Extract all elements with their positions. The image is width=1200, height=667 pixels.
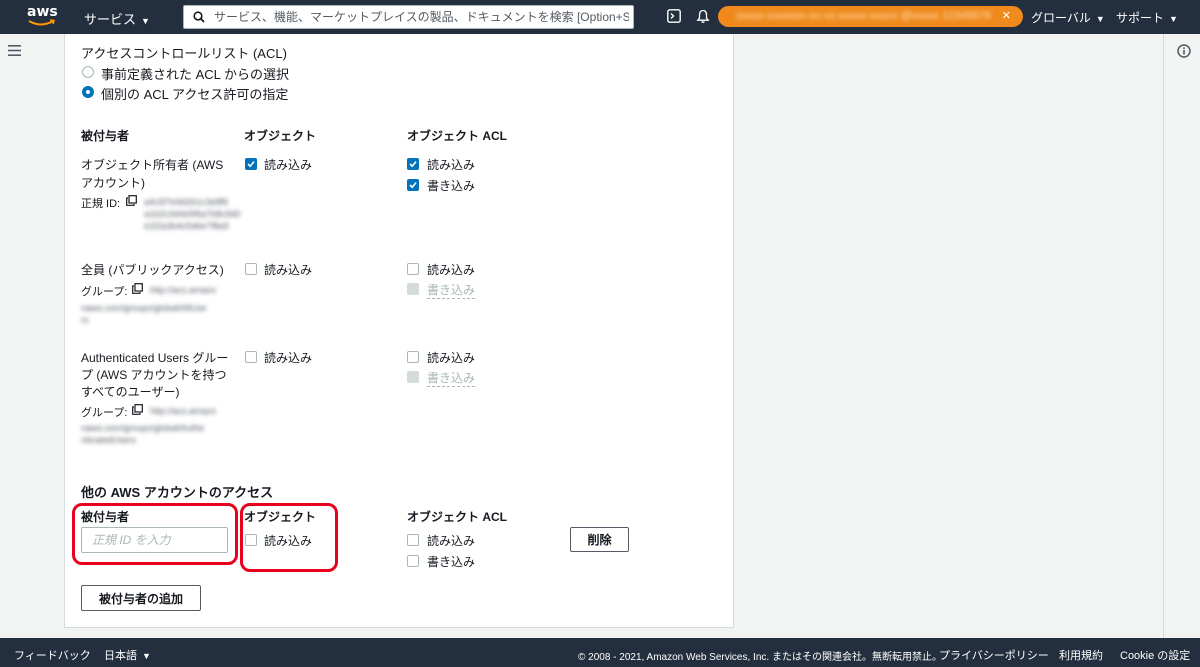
everyone-acl-write-text: 書き込み <box>427 283 476 299</box>
radio-predefined-label: 事前定義された ACL からの選択 <box>101 67 290 82</box>
column-header-object: オブジェクト <box>244 129 317 143</box>
authenticated-acl-read-checkbox[interactable] <box>407 351 419 363</box>
authenticated-acl-write-label: 書き込み <box>427 369 476 387</box>
feedback-link[interactable]: フィードバック <box>14 647 91 663</box>
grantee-authenticated-line1: Authenticated Users グルー <box>81 351 229 365</box>
search-input[interactable] <box>214 9 629 25</box>
everyone-acl-read-label: 読み込み <box>427 263 476 277</box>
owner-object-read-label: 読み込み <box>264 158 313 172</box>
copy-icon[interactable] <box>132 283 143 294</box>
other-column-header-grantee: 被付与者 <box>81 510 130 524</box>
grantee-everyone-line1: 全員 (パブリックアクセス) <box>81 263 224 277</box>
privacy-policy-link[interactable]: プライバシーポリシー <box>939 647 1049 663</box>
authenticated-object-read-checkbox[interactable] <box>245 351 257 363</box>
checkmark-icon <box>409 161 417 168</box>
search-icon <box>193 11 205 23</box>
copy-icon[interactable] <box>132 404 143 415</box>
owner-acl-write-checkbox[interactable] <box>407 179 419 191</box>
owner-object-read-checkbox[interactable] <box>245 158 257 170</box>
other-accounts-title: 他の AWS アカウントのアクセス <box>81 485 274 500</box>
other-acl-read-checkbox[interactable] <box>407 534 419 546</box>
add-grantee-button[interactable]: 被付与者の追加 <box>81 585 201 611</box>
copyright-text: © 2008 - 2021, Amazon Web Services, Inc.… <box>578 652 942 663</box>
aws-logo[interactable]: aws <box>27 5 59 29</box>
cloudshell-icon[interactable] <box>667 9 681 23</box>
other-column-header-object: オブジェクト <box>244 510 317 524</box>
column-header-grantee: 被付与者 <box>81 129 130 143</box>
grantee-authenticated-line3: すべてのユーザー) <box>81 385 180 399</box>
grantee-owner-line1: オブジェクト所有者 (AWS <box>81 158 224 172</box>
group-uri-redacted: http://acs.amazo <box>150 285 217 295</box>
authenticated-acl-write-checkbox <box>407 371 419 383</box>
everyone-object-read-label: 読み込み <box>264 263 313 277</box>
everyone-acl-read-checkbox[interactable] <box>407 263 419 275</box>
acl-panel: アクセスコントロールリスト (ACL) 事前定義された ACL からの選択 個別… <box>64 34 734 628</box>
checkmark-icon <box>247 161 255 168</box>
group-uri-redacted: http://acs.amazo <box>150 406 217 416</box>
caret-down-icon: ▼ <box>1169 14 1178 24</box>
owner-acl-read-label: 読み込み <box>427 158 476 172</box>
other-acl-write-label: 書き込み <box>427 555 476 569</box>
everyone-object-read-checkbox[interactable] <box>245 263 257 275</box>
support-menu[interactable]: サポート ▼ <box>1116 9 1178 26</box>
language-label: 日本語 <box>104 650 137 662</box>
other-acl-write-checkbox[interactable] <box>407 555 419 567</box>
search-box[interactable] <box>183 5 634 29</box>
top-navigation: aws サービス ▼ xxxxx-xxxxxxx-xx-xx-xxxxx-xxxx… <box>0 0 1200 34</box>
footer: フィードバック 日本語 ▼ © 2008 - 2021, Amazon Web S… <box>0 638 1200 667</box>
language-menu[interactable]: 日本語 ▼ <box>104 647 151 663</box>
group-uri-redacted: naws.com/groups/global/Authe nticatedUser… <box>81 423 205 445</box>
support-label: サポート <box>1116 11 1165 25</box>
aws-smile-icon <box>28 19 56 26</box>
grantee-authenticated-line2: プ (AWS アカウントを持つ <box>81 368 227 382</box>
authenticated-object-read-label: 読み込み <box>264 351 313 365</box>
delete-button[interactable]: 削除 <box>570 527 629 552</box>
help-panel-divider <box>1163 34 1164 638</box>
account-text: xxxxx-xxxxxxx-xx-xx-xxxxx-xxxxx @xxxxx 1… <box>736 10 992 22</box>
everyone-acl-write-checkbox <box>407 283 419 295</box>
group-label: グループ: <box>81 286 128 298</box>
radio-predefined-acl[interactable] <box>82 66 94 78</box>
bell-icon[interactable] <box>696 9 710 24</box>
aws-logo-text: aws <box>27 4 58 20</box>
caret-down-icon: ▼ <box>141 16 150 26</box>
authenticated-acl-write-text: 書き込み <box>427 371 476 387</box>
everyone-acl-write-label: 書き込み <box>427 281 476 299</box>
checkmark-icon <box>409 182 417 189</box>
cookie-settings-link[interactable]: Cookie の設定 <box>1120 647 1190 663</box>
copy-icon[interactable] <box>126 195 137 206</box>
caret-down-icon: ▼ <box>142 651 151 661</box>
canonical-id-value-redacted: a4c5f7e9d2b1c3e8f6 a1b2c3d4e5f6a7b8c9d0 e1… <box>144 197 241 231</box>
account-badge[interactable]: xxxxx-xxxxxxx-xx-xx-xxxxx-xxxxx @xxxxx 1… <box>718 6 1023 27</box>
services-menu[interactable]: サービス ▼ <box>84 9 150 28</box>
group-uri-redacted: naws.com/groups/global/AllUse rs <box>81 303 207 325</box>
owner-acl-read-checkbox[interactable] <box>407 158 419 170</box>
canonical-id-label: 正規 ID: <box>81 198 121 210</box>
region-menu[interactable]: グローバル ▼ <box>1031 9 1105 26</box>
other-object-read-checkbox[interactable] <box>245 534 257 546</box>
hamburger-menu-icon[interactable] <box>8 45 21 56</box>
other-column-header-object-acl: オブジェクト ACL <box>407 510 507 524</box>
group-label: グループ: <box>81 407 128 419</box>
canonical-id-input[interactable] <box>81 527 228 553</box>
column-header-object-acl: オブジェクト ACL <box>407 129 507 143</box>
services-label: サービス <box>84 12 137 27</box>
caret-down-icon: ▼ <box>1095 14 1105 24</box>
authenticated-acl-read-label: 読み込み <box>427 351 476 365</box>
other-acl-read-label: 読み込み <box>427 534 476 548</box>
close-icon[interactable]: ✕ <box>1002 6 1011 27</box>
radio-individual-label: 個別の ACL アクセス許可の指定 <box>101 87 289 102</box>
info-icon[interactable] <box>1177 44 1191 58</box>
radio-individual-acl[interactable] <box>82 86 94 98</box>
terms-link[interactable]: 利用規約 <box>1059 647 1103 663</box>
other-object-read-label: 読み込み <box>264 534 313 548</box>
grantee-owner-line2: アカウント) <box>81 176 145 190</box>
region-label: グローバル <box>1031 11 1091 25</box>
acl-title: アクセスコントロールリスト (ACL) <box>81 46 287 61</box>
owner-acl-write-label: 書き込み <box>427 179 476 193</box>
